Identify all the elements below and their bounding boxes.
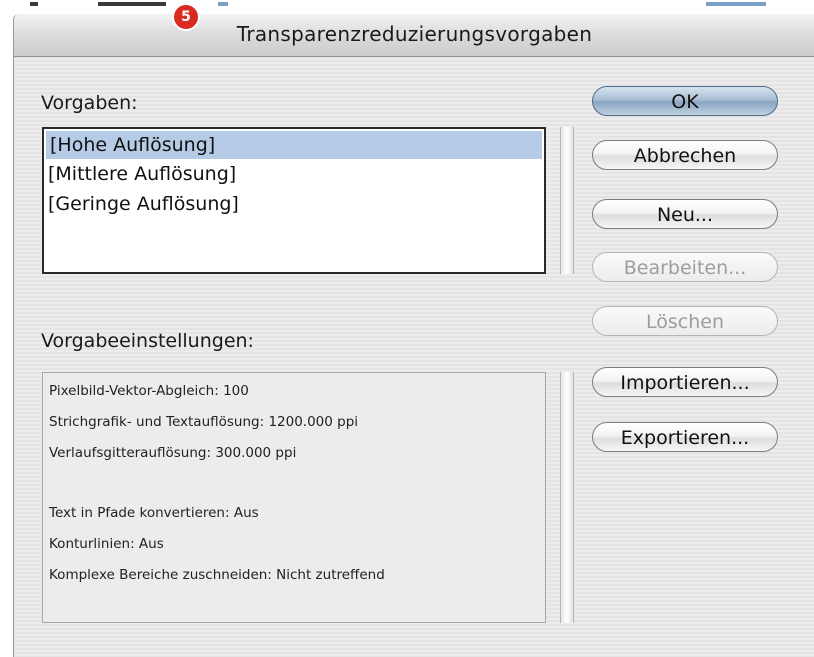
import-button[interactable]: Importieren... <box>592 367 778 397</box>
presets-list[interactable]: [Hohe Auflösung] [Mittlere Auflösung] [G… <box>42 127 546 274</box>
cancel-button[interactable]: Abbrechen <box>592 140 778 170</box>
preset-settings-label: Vorgabeeinstellungen: <box>41 330 254 352</box>
preset-settings-panel: Pixelbild-Vektor-Abgleich: 100 Strichgra… <box>42 372 546 623</box>
ok-button[interactable]: OK <box>592 86 778 116</box>
transparency-flattener-presets-dialog: Transparenzreduzierungsvorgaben 5 Vorgab… <box>13 5 814 657</box>
dialog-title: Transparenzreduzierungsvorgaben <box>236 22 593 46</box>
edit-button[interactable]: Bearbeiten... <box>592 252 778 282</box>
preset-item-low-resolution[interactable]: [Geringe Auflösung] <box>44 189 544 219</box>
background-mark <box>218 2 228 6</box>
delete-button[interactable]: Löschen <box>592 306 778 336</box>
setting-line: Verlaufsgitterauflösung: 300.000 ppi <box>49 445 297 461</box>
setting-line: Pixelbild-Vektor-Abgleich: 100 <box>49 383 249 399</box>
background-mark <box>30 2 38 6</box>
presets-label: Vorgaben: <box>41 92 138 114</box>
settings-scrollbar[interactable] <box>560 372 574 623</box>
new-button[interactable]: Neu... <box>592 199 778 229</box>
presets-scrollbar[interactable] <box>560 127 574 274</box>
setting-line: Konturlinien: Aus <box>49 536 164 552</box>
preset-item-high-resolution[interactable]: [Hohe Auflösung] <box>46 131 542 159</box>
step-badge: 5 <box>174 5 198 29</box>
setting-line: Strichgrafik- und Textauflösung: 1200.00… <box>49 414 359 430</box>
background-mark <box>706 2 766 6</box>
background-mark <box>98 2 166 6</box>
setting-line: Text in Pfade konvertieren: Aus <box>49 505 259 521</box>
title-bar[interactable]: Transparenzreduzierungsvorgaben 5 <box>14 5 814 57</box>
preset-item-medium-resolution[interactable]: [Mittlere Auflösung] <box>44 159 544 189</box>
setting-line: Komplexe Bereiche zuschneiden: Nicht zut… <box>49 567 385 583</box>
export-button[interactable]: Exportieren... <box>592 422 778 452</box>
